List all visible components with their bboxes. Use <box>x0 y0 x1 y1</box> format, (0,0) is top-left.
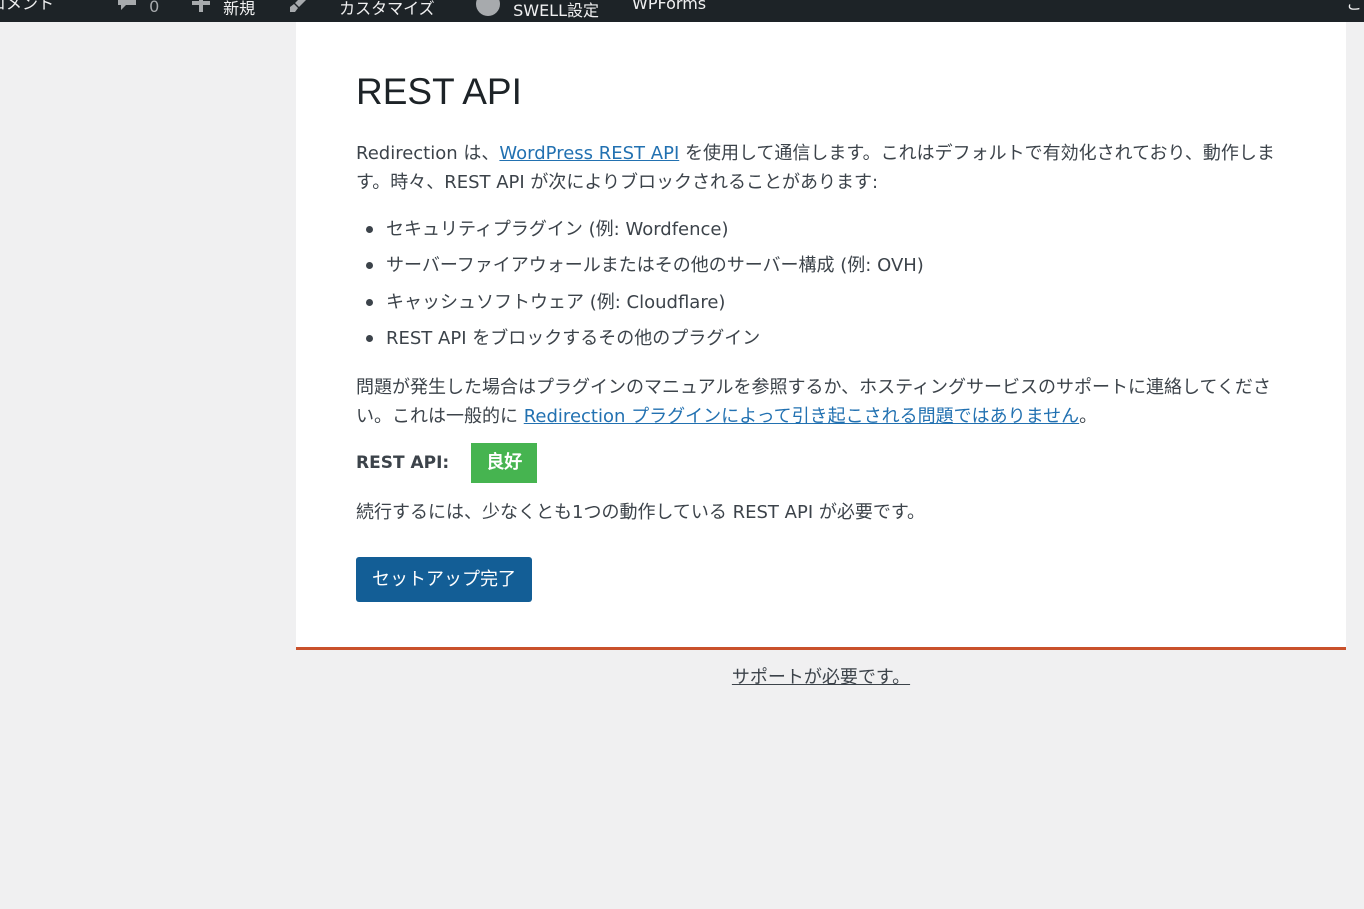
intro-text-before: Redirection は、 <box>356 143 500 164</box>
finish-setup-button[interactable]: セットアップ完了 <box>356 557 532 602</box>
list-item: サーバーファイアウォールまたはその他のサーバー構成 (例: OVH) <box>356 252 924 288</box>
admin-bar-comments-menu[interactable]: コメント <box>0 0 54 16</box>
admin-bar-customize[interactable]: カスタマイズ <box>288 0 435 18</box>
list-item: REST API をブロックするその他のプラグイン <box>356 325 924 361</box>
list-item-text: サーバーファイアウォールまたはその他のサーバー構成 (例: OVH) <box>386 255 924 277</box>
admin-bar-account[interactable]: こ <box>1346 0 1362 16</box>
admin-bar: コメント 0 新規 カスタマイズ SWELL設定 WPForms こ <box>0 0 1364 22</box>
wordpress-rest-api-link[interactable]: WordPress REST API <box>499 143 679 164</box>
setup-panel: REST API Redirection は、WordPress REST AP… <box>296 22 1346 650</box>
bullet <box>366 334 373 342</box>
admin-bar-comments-count[interactable]: 0 <box>116 0 159 16</box>
help-footer: サポートが必要です。 <box>296 664 1346 692</box>
problem-text-after: 。 <box>1079 406 1098 427</box>
status-label: REST API: <box>356 453 450 473</box>
problem-text: 問題が発生した場合はプラグインのマニュアルを参照するか、ホスティングサービスのサ… <box>356 373 1286 431</box>
admin-bar-swell-settings[interactable]: SWELL設定 <box>476 0 599 20</box>
swell-settings-label: SWELL設定 <box>513 1 600 20</box>
requirement-text: 続行するには、少なくとも1つの動作している REST API が必要です。 <box>356 502 926 523</box>
bullet <box>366 262 373 270</box>
new-label: 新規 <box>223 0 256 18</box>
need-help-link[interactable]: サポートが必要です。 <box>732 667 910 688</box>
plus-icon <box>190 0 217 18</box>
rest-api-status: REST API: 良好 <box>356 443 538 483</box>
status-badge: 良好 <box>471 443 538 483</box>
page-title: REST API <box>356 71 522 112</box>
admin-bar-wpforms[interactable]: WPForms <box>632 0 706 16</box>
customize-label: カスタマイズ <box>339 0 435 18</box>
list-item: セキュリティプラグイン (例: Wordfence) <box>356 216 924 252</box>
comment-icon <box>116 0 143 16</box>
list-item: キャッシュソフトウェア (例: Cloudflare) <box>356 289 924 325</box>
not-redirection-problem-link[interactable]: Redirection プラグインによって引き起こされる問題ではありません <box>524 406 1079 427</box>
list-item-text: キャッシュソフトウェア (例: Cloudflare) <box>386 291 726 313</box>
admin-bar-new-content[interactable]: 新規 <box>190 0 256 18</box>
bullet <box>366 298 373 306</box>
comment-count: 0 <box>149 0 160 16</box>
brush-icon <box>288 0 315 18</box>
list-item-text: REST API をブロックするその他のプラグイン <box>386 327 761 349</box>
swell-icon <box>476 0 505 20</box>
bullet <box>366 226 373 233</box>
blocker-list: セキュリティプラグイン (例: Wordfence) サーバーファイアウォールま… <box>356 216 924 361</box>
intro-text: Redirection は、WordPress REST API を使用して通信… <box>356 139 1286 197</box>
list-item-text: セキュリティプラグイン (例: Wordfence) <box>386 219 729 240</box>
